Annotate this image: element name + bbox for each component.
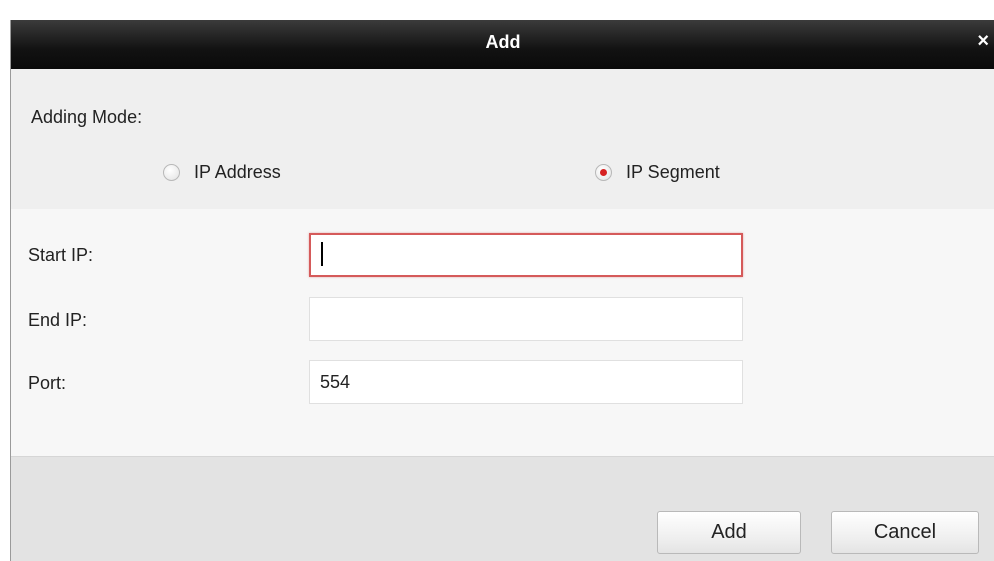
ip-segment-radio-label: IP Segment — [626, 162, 720, 182]
add-dialog: Add × Adding Mode: IP Address IP Segment… — [10, 20, 994, 561]
dialog-title: Add — [485, 32, 521, 52]
ip-address-radio[interactable] — [163, 164, 180, 181]
adding-mode-label: Adding Mode: — [31, 107, 143, 127]
dialog-titlebar: Add × — [11, 20, 994, 69]
ip-segment-radio-option[interactable]: IP Segment — [595, 162, 720, 183]
text-caret — [321, 242, 323, 266]
close-icon[interactable]: × — [977, 30, 989, 53]
start-ip-input[interactable] — [309, 233, 743, 277]
end-ip-label: End IP: — [28, 310, 88, 330]
dialog-footer: Add Cancel — [11, 456, 994, 561]
port-label: Port: — [28, 373, 67, 393]
start-ip-label: Start IP: — [28, 245, 94, 265]
adding-mode-section: Adding Mode: IP Address IP Segment — [11, 69, 994, 230]
add-button[interactable]: Add — [657, 511, 801, 554]
end-ip-input[interactable] — [309, 297, 743, 341]
ip-segment-radio[interactable] — [595, 164, 612, 181]
start-ip-wrapper — [309, 233, 743, 277]
top-strip — [0, 0, 994, 20]
port-input[interactable] — [309, 360, 743, 404]
ip-form-section: Start IP: End IP: Port: — [11, 209, 994, 456]
ip-address-radio-label: IP Address — [194, 162, 281, 182]
ip-address-radio-option[interactable]: IP Address — [163, 162, 281, 183]
cancel-button[interactable]: Cancel — [831, 511, 979, 554]
